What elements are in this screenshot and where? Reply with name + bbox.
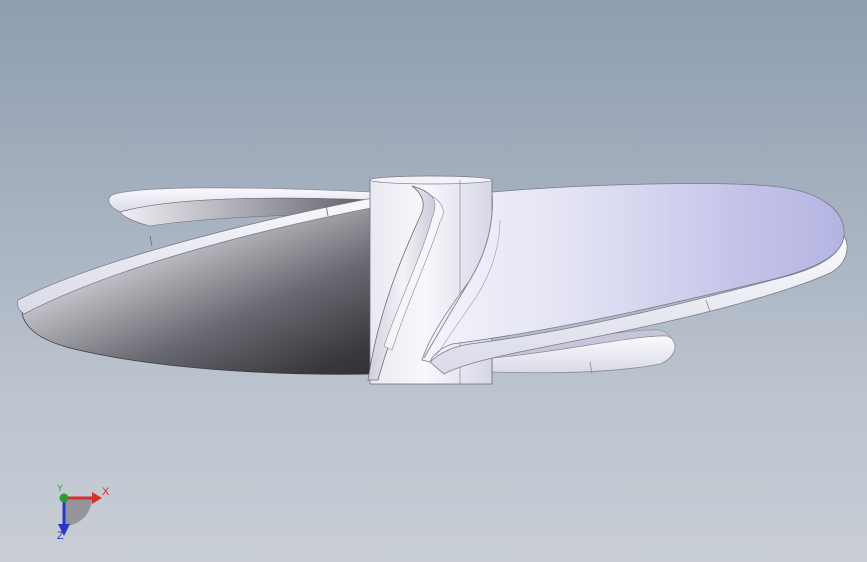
y-axis-dot — [59, 493, 69, 503]
x-axis-label: X — [102, 486, 110, 498]
propeller-model[interactable] — [0, 0, 867, 562]
triad-shadow — [64, 498, 92, 526]
y-axis-label: Y — [57, 483, 64, 493]
z-axis-label: Z — [57, 530, 64, 542]
graphics-viewport[interactable]: X Y Z — [0, 0, 867, 562]
